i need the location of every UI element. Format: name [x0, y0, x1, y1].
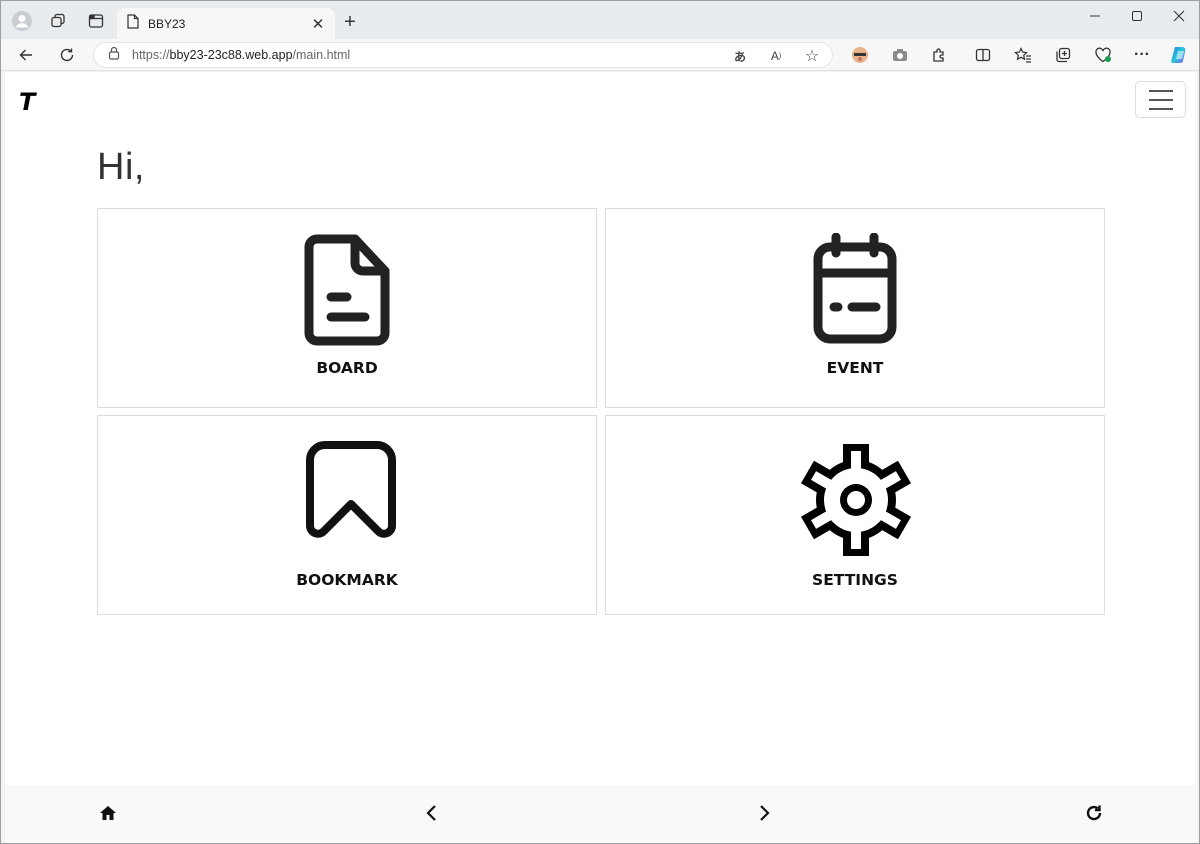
- brand-logo[interactable]: T: [19, 88, 35, 116]
- lock-icon[interactable]: [108, 46, 120, 65]
- minimize-icon[interactable]: [1073, 1, 1117, 31]
- hamburger-line: [1148, 98, 1173, 101]
- settings-label: SETTINGS: [812, 571, 898, 589]
- url-text: https://bby23-23c88.web.app/main.html: [132, 48, 351, 62]
- browser-toolbar: https://bby23-23c88.web.app/main.html あ …: [1, 39, 1199, 71]
- gear-icon: [799, 443, 913, 562]
- favorite-star-icon[interactable]: ☆: [802, 47, 822, 65]
- tab-title: BBY23: [148, 16, 186, 31]
- bookmark-label: BOOKMARK: [296, 571, 398, 589]
- new-tab-icon[interactable]: +: [339, 11, 361, 33]
- back-icon[interactable]: [13, 43, 39, 67]
- home-icon[interactable]: [96, 801, 120, 825]
- address-bar[interactable]: https://bby23-23c88.web.app/main.html あ …: [93, 42, 833, 68]
- read-aloud-icon[interactable]: A): [766, 47, 786, 65]
- tab-bar: BBY23 ✕ +: [1, 1, 1199, 39]
- reload-icon[interactable]: [1082, 801, 1106, 825]
- extensions-icon[interactable]: [926, 43, 952, 67]
- event-label: EVENT: [826, 359, 884, 377]
- close-icon[interactable]: ✕: [307, 13, 329, 35]
- chevron-left-icon[interactable]: [419, 801, 443, 825]
- hamburger-line: [1148, 107, 1173, 110]
- greeting-heading: Hi,: [97, 146, 145, 188]
- copilot-icon[interactable]: [1167, 43, 1193, 67]
- translate-icon[interactable]: あ: [730, 47, 750, 65]
- refresh-icon[interactable]: [54, 43, 80, 67]
- page-viewport: T Hi, BOARD EVENT BOOKMARK SETTINGS: [5, 72, 1197, 843]
- workspaces-icon[interactable]: [46, 9, 70, 33]
- vertical-tabs-icon[interactable]: [84, 9, 108, 33]
- bookmark-card[interactable]: BOOKMARK: [97, 415, 597, 615]
- maximize-icon[interactable]: [1115, 1, 1159, 31]
- close-window-icon[interactable]: [1157, 1, 1199, 31]
- active-tab[interactable]: BBY23 ✕: [117, 8, 335, 39]
- bookmark-icon: [305, 440, 397, 545]
- browser-essentials-icon[interactable]: [1090, 43, 1116, 67]
- board-label: BOARD: [316, 359, 378, 377]
- menu-toggle-button[interactable]: [1135, 81, 1186, 118]
- bottom-nav-bar: [5, 785, 1197, 843]
- browser-window: BBY23 ✕ + https://bby23-23c88.web.app/ma…: [0, 0, 1200, 844]
- profile-icon[interactable]: [10, 9, 34, 33]
- screenshot-icon[interactable]: [887, 43, 913, 67]
- settings-card[interactable]: SETTINGS: [605, 415, 1105, 615]
- more-icon[interactable]: ···: [1129, 43, 1155, 67]
- favorites-icon[interactable]: [1010, 43, 1036, 67]
- chevron-right-icon[interactable]: [753, 801, 777, 825]
- extension-avatar-icon[interactable]: [847, 43, 873, 67]
- calendar-icon: [812, 232, 898, 350]
- page-icon: [127, 13, 139, 34]
- hamburger-line: [1148, 89, 1173, 92]
- board-card[interactable]: BOARD: [97, 208, 597, 408]
- split-screen-icon[interactable]: [970, 43, 996, 67]
- document-icon: [303, 233, 391, 352]
- event-card[interactable]: EVENT: [605, 208, 1105, 408]
- collections-icon[interactable]: [1050, 43, 1076, 67]
